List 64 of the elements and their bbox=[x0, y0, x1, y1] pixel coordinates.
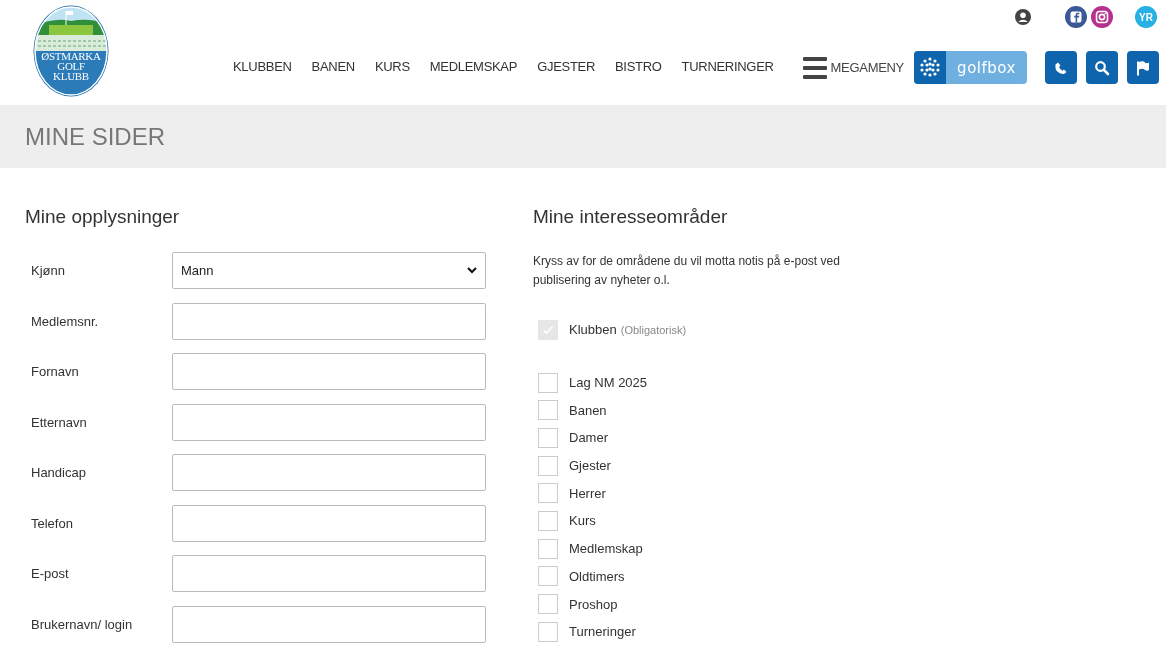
checkbox-label: Gjester bbox=[569, 458, 611, 474]
checkbox-label: Lag NM 2025 bbox=[569, 375, 648, 391]
checkbox-label: Damer bbox=[569, 430, 608, 446]
intro-text: Kryss av for de områdene du vil motta notis på e-post ved publisering av nyheter o.l. bbox=[533, 253, 841, 289]
field-label: Telefon bbox=[30, 515, 74, 531]
input-field[interactable] bbox=[172, 605, 486, 643]
flag-icon bbox=[1135, 59, 1151, 76]
input-field[interactable] bbox=[172, 504, 486, 542]
checkbox-label: Oldtimers bbox=[569, 568, 625, 584]
checkbox[interactable] bbox=[538, 510, 558, 531]
nav-link[interactable]: TURNERINGER bbox=[681, 59, 774, 74]
field-label: E-post bbox=[30, 566, 70, 581]
checkbox-label: Kurs bbox=[569, 513, 596, 529]
checkbox-label: Proshop bbox=[569, 596, 618, 612]
field-label: Brukernavn/ login bbox=[30, 616, 134, 632]
field-label: Etternavn bbox=[30, 414, 88, 430]
checkbox-label: Turneringer bbox=[569, 624, 636, 640]
checkbox[interactable] bbox=[538, 400, 558, 421]
search-button[interactable] bbox=[1086, 51, 1118, 84]
checkbox[interactable] bbox=[538, 427, 558, 448]
field-label: Medlemsnr. bbox=[30, 313, 100, 329]
section-heading: Mine interesseområder bbox=[533, 206, 729, 228]
field-label: Handicap bbox=[30, 465, 87, 480]
checkbox[interactable] bbox=[538, 538, 558, 559]
user-icon[interactable] bbox=[1015, 9, 1031, 25]
checkbox[interactable] bbox=[538, 594, 558, 615]
instagram-icon[interactable] bbox=[1091, 6, 1113, 28]
check-icon bbox=[542, 324, 554, 335]
page-title: MINE SIDER bbox=[25, 122, 165, 151]
checkbox-label: Banen bbox=[569, 402, 607, 418]
checkbox[interactable] bbox=[538, 483, 558, 504]
checkbox-label: Herrer bbox=[569, 485, 606, 501]
logo-text: ØSTMARKA GOLF KLUBB bbox=[40, 51, 102, 81]
facebook-icon[interactable] bbox=[1065, 6, 1087, 28]
checkbox-label: Klubben bbox=[569, 322, 617, 338]
gender-select[interactable]: Mann bbox=[172, 252, 486, 289]
checkbox[interactable] bbox=[538, 566, 558, 587]
checkbox[interactable] bbox=[538, 621, 558, 642]
nav-link[interactable]: GJESTER bbox=[537, 59, 595, 74]
logo-drawing[interactable] bbox=[33, 5, 109, 97]
input-field[interactable] bbox=[172, 403, 486, 441]
input-field[interactable] bbox=[172, 353, 486, 390]
field-label: Kjønn bbox=[30, 263, 66, 278]
field-label: Fornavn bbox=[30, 364, 80, 379]
nav-link[interactable]: KURS bbox=[374, 59, 410, 74]
input-field[interactable] bbox=[172, 302, 486, 340]
globe-icon bbox=[914, 51, 946, 84]
chevron-icon bbox=[467, 267, 477, 274]
flag-button[interactable] bbox=[1127, 51, 1159, 84]
search-icon bbox=[1094, 59, 1110, 76]
section-heading: Mine opplysninger bbox=[25, 206, 181, 228]
menu-icon bbox=[802, 56, 827, 79]
phone-button[interactable] bbox=[1045, 51, 1077, 84]
nav-link[interactable]: KLUBBEN bbox=[233, 59, 292, 74]
required-note: (Obligatorisk) bbox=[620, 323, 687, 336]
checkbox[interactable] bbox=[538, 455, 558, 476]
input-field[interactable] bbox=[172, 555, 486, 592]
nav-link[interactable]: BANEN bbox=[311, 59, 355, 74]
checkbox[interactable] bbox=[538, 372, 558, 393]
nav-link[interactable]: BISTRO bbox=[615, 59, 662, 74]
input-field[interactable] bbox=[172, 454, 486, 491]
checkbox-label: Medlemskap bbox=[569, 541, 643, 557]
nav-link[interactable]: MEDLEMSKAP bbox=[429, 59, 518, 74]
megameny-button[interactable]: MEGAMENY bbox=[802, 56, 904, 79]
